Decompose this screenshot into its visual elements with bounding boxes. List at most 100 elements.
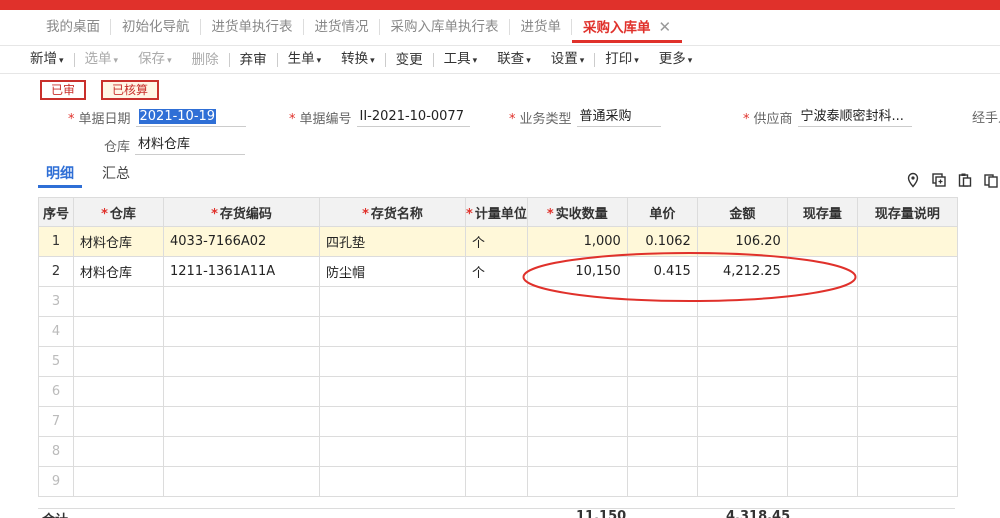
supplier-input[interactable]: 宁波泰顺密封科... [797, 107, 912, 127]
cell-stock[interactable] [786, 376, 858, 407]
change-button[interactable]: 变更 [386, 46, 433, 74]
copy-icon[interactable] [983, 172, 999, 188]
table-row[interactable]: 7 [38, 406, 958, 437]
column-header[interactable]: * 仓库 [73, 197, 164, 227]
cell-stock[interactable] [786, 226, 858, 257]
cell-name[interactable] [319, 286, 466, 317]
cell-amount[interactable] [696, 466, 788, 497]
tools-button[interactable]: 工具 ▾ [434, 45, 488, 75]
cell-note[interactable] [856, 256, 958, 287]
cell-warehouse[interactable] [73, 406, 164, 437]
cell-name[interactable] [319, 466, 466, 497]
cell-code[interactable] [163, 376, 320, 407]
cell-stock[interactable] [786, 436, 858, 467]
cell-stock[interactable] [786, 256, 858, 287]
column-header[interactable]: 单价 [626, 197, 698, 227]
cell-name[interactable] [319, 376, 466, 407]
cell-price[interactable]: 0.415 [626, 256, 698, 287]
cell-unit[interactable] [465, 406, 528, 437]
column-header[interactable]: 现存量 [786, 197, 858, 227]
cell-amount[interactable] [696, 376, 788, 407]
cell-code[interactable]: 1211-1361A11A [163, 256, 320, 287]
cell-price[interactable] [626, 376, 698, 407]
cell-unit[interactable] [465, 346, 528, 377]
cell-price[interactable] [626, 436, 698, 467]
cell-note[interactable] [856, 316, 958, 347]
cell-stock[interactable] [786, 286, 858, 317]
cell-code[interactable]: 4033-7166A02 [163, 226, 320, 257]
cell-code[interactable] [163, 286, 320, 317]
cell-qty[interactable] [526, 316, 628, 347]
cell-price[interactable] [626, 286, 698, 317]
table-row[interactable]: 6 [38, 376, 958, 407]
more-button[interactable]: 更多 ▾ [649, 45, 703, 75]
delete-button[interactable]: 删除 [182, 46, 229, 74]
column-header[interactable]: * 存货编码 [163, 197, 320, 227]
query-button[interactable]: 联查 ▾ [487, 45, 541, 75]
cell-qty[interactable] [526, 376, 628, 407]
tab-detail[interactable]: 明细 [38, 164, 82, 188]
cell-amount[interactable] [696, 286, 788, 317]
cell-warehouse[interactable]: 材料仓库 [73, 226, 164, 257]
cell-note[interactable] [856, 346, 958, 377]
cell-amount[interactable]: 4,212.25 [696, 256, 788, 287]
print-button[interactable]: 打印 ▾ [595, 45, 649, 75]
column-header[interactable]: 金额 [696, 197, 788, 227]
cell-qty[interactable] [526, 436, 628, 467]
cell-warehouse[interactable] [73, 466, 164, 497]
table-row[interactable]: 1 材料仓库 4033-7166A02 四孔垫个 1,000 0.1062 106.20 [38, 226, 958, 257]
cell-warehouse[interactable] [73, 436, 164, 467]
cell-price[interactable]: 0.1062 [626, 226, 698, 257]
tab-0[interactable]: 我的桌面 [35, 9, 111, 45]
cell-name[interactable] [319, 406, 466, 437]
abandon-audit-button[interactable]: 弃审 [230, 46, 277, 74]
cell-code[interactable] [163, 406, 320, 437]
tab-2[interactable]: 进货单执行表 [201, 9, 304, 45]
cell-note[interactable] [856, 376, 958, 407]
cell-amount[interactable] [696, 406, 788, 437]
cell-name[interactable] [319, 316, 466, 347]
cell-amount[interactable] [696, 436, 788, 467]
cell-note[interactable] [856, 226, 958, 257]
generate-button[interactable]: 生单 ▾ [278, 45, 332, 75]
cell-warehouse[interactable] [73, 286, 164, 317]
tab-5[interactable]: 进货单 [510, 9, 572, 45]
cell-code[interactable] [163, 316, 320, 347]
cell-code[interactable] [163, 466, 320, 497]
cell-unit[interactable] [465, 436, 528, 467]
date-input[interactable]: 2021-10-19 [135, 107, 246, 127]
cell-name[interactable]: 防尘帽 [319, 256, 466, 287]
cell-amount[interactable]: 106.20 [696, 226, 788, 257]
cell-price[interactable] [626, 346, 698, 377]
table-row[interactable]: 4 [38, 316, 958, 347]
select-button[interactable]: 选单 ▾ [75, 45, 129, 75]
cell-price[interactable] [626, 316, 698, 347]
cell-unit[interactable] [465, 286, 528, 317]
cell-warehouse[interactable] [73, 346, 164, 377]
save-button[interactable]: 保存 ▾ [128, 45, 182, 75]
table-row[interactable]: 9 [38, 466, 958, 497]
tab-3[interactable]: 进货情况 [304, 9, 380, 45]
warehouse-input[interactable]: 材料仓库 [135, 135, 246, 155]
column-header[interactable]: 序号 [38, 197, 74, 227]
cell-name[interactable] [319, 436, 466, 467]
table-row[interactable]: 3 [38, 286, 958, 317]
cell-amount[interactable] [696, 316, 788, 347]
table-row[interactable]: 8 [38, 436, 958, 467]
tab-1[interactable]: 初始化导航 [111, 9, 201, 45]
cell-stock[interactable] [786, 406, 858, 437]
tab-summary[interactable]: 汇总 [94, 164, 138, 188]
cell-price[interactable] [626, 406, 698, 437]
table-row[interactable]: 5 [38, 346, 958, 377]
cell-qty[interactable]: 10,150 [526, 256, 628, 287]
cell-qty[interactable] [526, 406, 628, 437]
tab-6[interactable]: 采购入库单 ✕ [572, 9, 683, 45]
cell-unit[interactable]: 个 [465, 256, 528, 287]
business-type-input[interactable]: 普通采购 [576, 107, 661, 127]
cell-warehouse[interactable] [73, 316, 164, 347]
paste-icon[interactable] [957, 172, 973, 188]
new-button[interactable]: 新增 ▾ [20, 45, 74, 75]
cell-unit[interactable] [465, 376, 528, 407]
column-header[interactable]: * 存货名称 [319, 197, 466, 227]
settings-button[interactable]: 设置 ▾ [541, 45, 595, 75]
